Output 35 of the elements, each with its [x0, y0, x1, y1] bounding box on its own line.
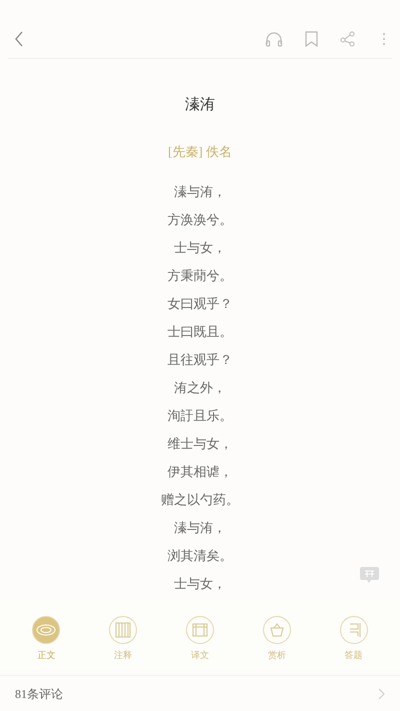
- back-icon[interactable]: [14, 31, 24, 47]
- poem-line: 浏其清矣。: [168, 547, 232, 565]
- poem-line: 方秉蕑兮。: [168, 267, 232, 285]
- bookmark-icon[interactable]: [305, 31, 318, 47]
- poem-line: 且往观乎？: [168, 351, 232, 369]
- section-tab[interactable]: 赏析: [246, 600, 307, 670]
- poem-line: 赠之以勺药。: [161, 491, 239, 509]
- chat-bubble-icon[interactable]: [360, 567, 379, 584]
- poem-line: 溱与洧，: [174, 519, 226, 537]
- poem-line: 洵訏且乐。: [168, 407, 232, 425]
- headphones-icon[interactable]: [265, 31, 283, 47]
- section-tab[interactable]: 译文: [170, 600, 230, 670]
- section-tab[interactable]: 注释: [93, 600, 154, 670]
- poem-line: 士曰既且。: [168, 323, 232, 341]
- poem-line: 女曰观乎？: [168, 295, 232, 313]
- section-tab[interactable]: 正文: [16, 600, 76, 670]
- poem-line: 士与女，: [174, 575, 226, 593]
- share-icon[interactable]: [340, 31, 356, 47]
- poem-line: 维士与女，: [168, 435, 232, 453]
- poem-line: 洧之外，: [174, 379, 226, 397]
- tab-icon: [340, 616, 368, 644]
- poem-line: 溱与洧，: [174, 183, 226, 201]
- tab-icon: [32, 616, 60, 644]
- poem-line: 方涣涣兮。: [168, 211, 232, 229]
- tab-icon: [262, 616, 291, 644]
- comment-count: 81条评论: [15, 686, 63, 702]
- tab-icon: [109, 616, 138, 644]
- chevron-right-icon: [378, 688, 385, 700]
- poem-title: 溱洧: [185, 96, 215, 115]
- poem-author: [先秦] 佚名: [168, 143, 232, 161]
- tab-icon: [186, 616, 214, 644]
- poem-line: 伊其相谑，: [168, 463, 232, 481]
- more-icon[interactable]: [382, 32, 386, 46]
- section-tab[interactable]: 答题: [324, 600, 384, 670]
- poem-line: 士与女，: [174, 239, 226, 257]
